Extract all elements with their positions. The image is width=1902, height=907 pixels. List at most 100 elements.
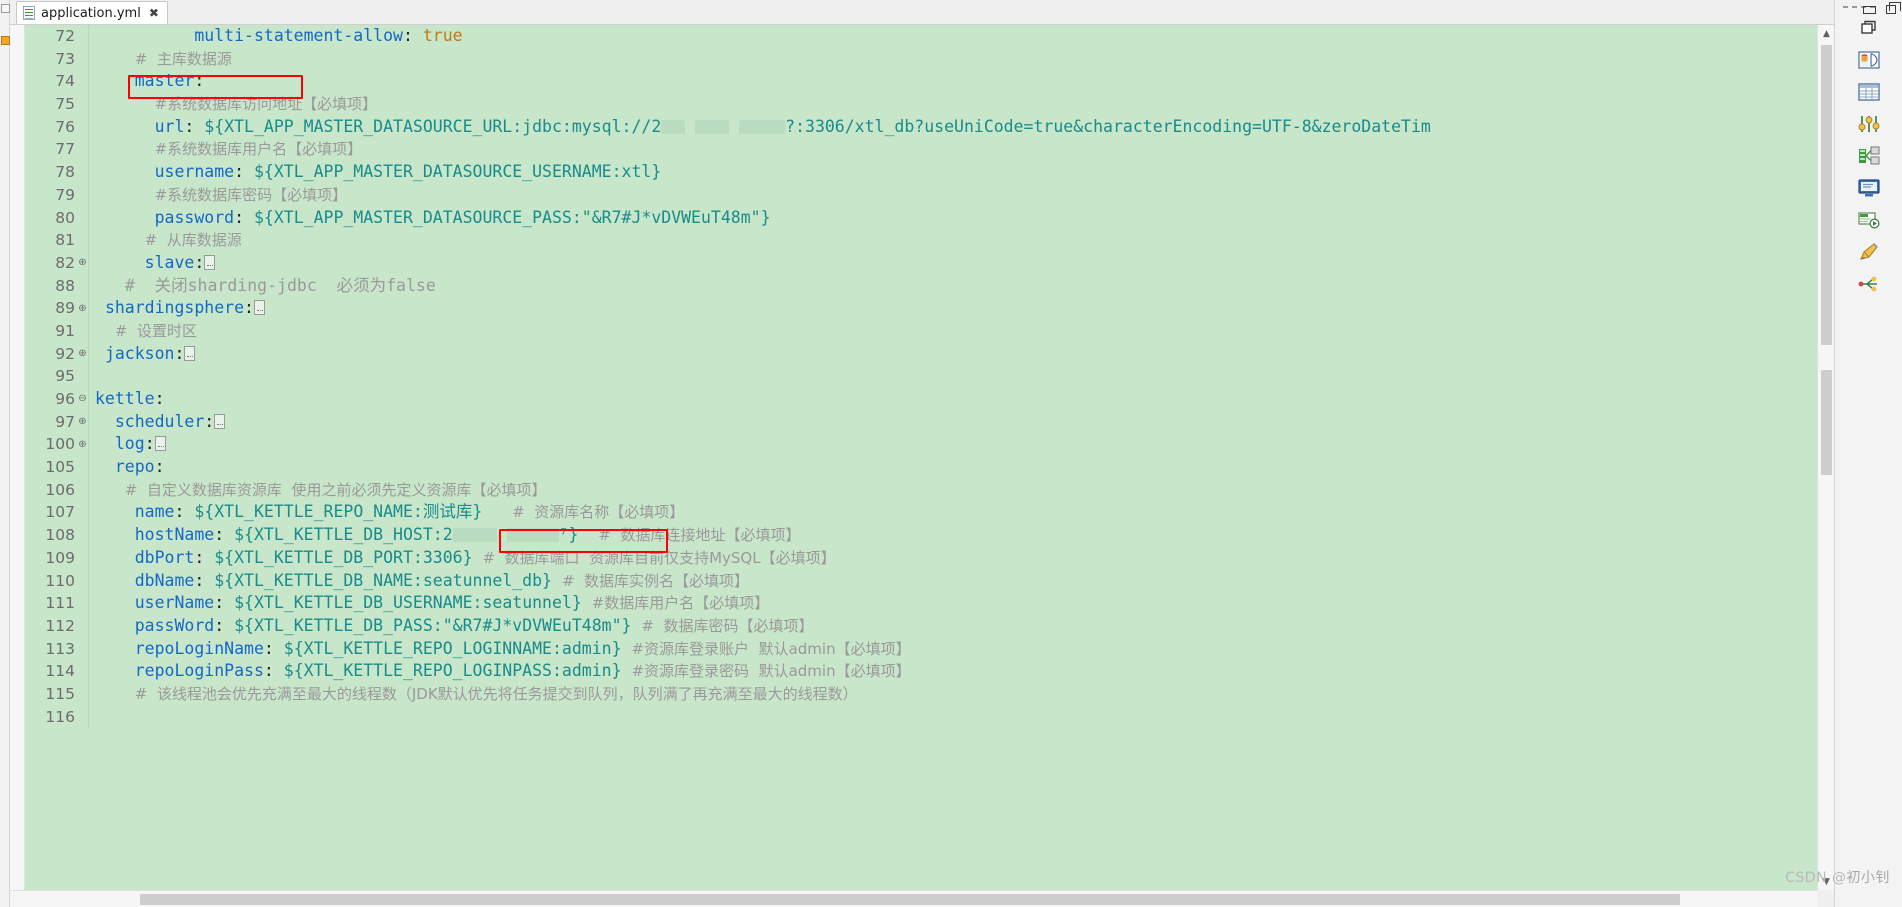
code-line[interactable]: 82 ⊕ slave:: [25, 251, 1817, 275]
code-text: slave:: [89, 252, 216, 275]
code-line[interactable]: 73 # 主库数据源: [25, 47, 1817, 71]
code-line[interactable]: 77 #系统数据库用户名【必填项】: [25, 138, 1817, 162]
code-line[interactable]: 106 # 自定义数据库资源库 使用之前必须先定义资源库【必填项】: [25, 478, 1817, 502]
code-viewport[interactable]: 72 multi-statement-allow: true 73 # 主库数据源…: [10, 25, 1817, 890]
data-table-icon[interactable]: [1856, 80, 1882, 104]
minimize-icon[interactable]: [1863, 5, 1876, 16]
code-token: #系统数据库密码【必填项】: [154, 185, 348, 204]
pen-edit-icon[interactable]: [1856, 240, 1882, 264]
code-token: multi-statement-allow: [194, 26, 403, 45]
code-text: name: ${XTL_KETTLE_REPO_NAME:测试库} # 资源库名…: [89, 501, 684, 524]
tab-application-yml[interactable]: application.yml ✖: [16, 1, 168, 24]
fold-toggle-icon[interactable]: ⊕: [77, 258, 88, 268]
code-line[interactable]: 88 # 关闭sharding-jdbc 必须为false: [25, 274, 1817, 298]
connections-icon[interactable]: [1856, 272, 1882, 296]
code-line[interactable]: 78 username: ${XTL_APP_MASTER_DATASOURCE…: [25, 161, 1817, 184]
code-token: # 该线程池会优先充满至最大的线程数（JDK默认优先将任务提交到队列，队列满了再…: [134, 684, 858, 703]
redacted-host-mask: [739, 119, 786, 134]
code-line[interactable]: 76 url: ${XTL_APP_MASTER_DATASOURCE_URL:…: [25, 115, 1817, 139]
annotation-ruler[interactable]: [10, 25, 25, 890]
code-token: #系统数据库访问地址【必填项】: [154, 95, 378, 114]
code-line[interactable]: 72 multi-statement-allow: true: [25, 25, 1817, 48]
code-token: ${XTL_KETTLE_REPO_LOGINNAME:admin}: [283, 638, 622, 658]
code-token: :: [234, 162, 245, 182]
scroll-up-icon[interactable]: ▲: [1818, 25, 1834, 42]
data-transform-icon[interactable]: [1856, 144, 1882, 168]
code-line[interactable]: 79 #系统数据库密码【必填项】: [25, 183, 1817, 207]
code-line[interactable]: 74 master:: [25, 70, 1817, 94]
vertical-scroll-thumb[interactable]: [1821, 45, 1832, 345]
code-line[interactable]: 91 # 设置时区: [25, 319, 1817, 343]
folded-block-placeholder[interactable]: [214, 413, 226, 429]
restore-window-icon[interactable]: [1856, 16, 1882, 40]
folded-block-placeholder[interactable]: [253, 300, 265, 316]
yaml-file-icon: [23, 6, 35, 20]
line-number: 110: [45, 571, 75, 590]
redacted-host-mask: [661, 119, 686, 134]
code-line[interactable]: 96 ⊖ kettle:: [25, 388, 1817, 411]
restore-icon[interactable]: [1886, 1, 1901, 16]
code-line[interactable]: 100 ⊕ log:: [25, 433, 1817, 457]
code-text: url: ${XTL_APP_MASTER_DATASOURCE_URL:jdb…: [89, 116, 1431, 139]
code-line[interactable]: 113 repoLoginName: ${XTL_KETTLE_REPO_LOG…: [25, 637, 1817, 661]
code-line[interactable]: 114 repoLoginPass: ${XTL_KETTLE_REPO_LOG…: [25, 660, 1817, 683]
code-token: kettle: [95, 389, 155, 408]
folded-block-placeholder[interactable]: [184, 345, 196, 361]
redacted-host-mask: [506, 528, 559, 543]
code-line[interactable]: 107 name: ${XTL_KETTLE_REPO_NAME:测试库} # …: [25, 501, 1817, 525]
warning-marker-icon[interactable]: [1, 36, 10, 45]
code-line[interactable]: 105 repo:: [25, 456, 1817, 479]
code-line[interactable]: 110 dbName: ${XTL_KETTLE_DB_NAME:seatunn…: [25, 569, 1817, 593]
code-line[interactable]: 80 password: ${XTL_APP_MASTER_DATASOURCE…: [25, 206, 1817, 230]
vertical-scroll-thumb-secondary[interactable]: [1821, 370, 1832, 475]
code-line[interactable]: 115 # 该线程池会优先充满至最大的线程数（JDK默认优先将任务提交到队列，队…: [25, 682, 1817, 706]
database-explorer-icon[interactable]: [1856, 48, 1882, 72]
code-token: shardingsphere: [104, 298, 245, 318]
code-line[interactable]: 97 ⊕ scheduler:: [25, 410, 1817, 434]
code-token: :: [204, 411, 215, 431]
code-line[interactable]: 116: [25, 705, 1817, 729]
folded-block-placeholder[interactable]: [204, 254, 216, 270]
code-line[interactable]: 109 dbPort: ${XTL_KETTLE_DB_PORT:3306} #…: [25, 546, 1817, 570]
code-line[interactable]: 108 hostName: ${XTL_KETTLE_DB_HOST:2 ⁷} …: [25, 524, 1817, 547]
code-text: # 设置时区: [89, 320, 197, 343]
code-token: ${XTL_KETTLE_DB_HOST:2: [234, 525, 453, 545]
code-token: #资源库登录密码 默认admin【必填项】: [631, 662, 911, 681]
code-token: ${XTL_APP_MASTER_DATASOURCE_PASS:"&R7#J*…: [253, 207, 771, 227]
code-line[interactable]: 81 # 从库数据源: [25, 229, 1817, 252]
horizontal-scroll-thumb[interactable]: [140, 894, 1680, 905]
code-line[interactable]: 95: [25, 365, 1817, 388]
code-token: username: [154, 162, 235, 182]
code-line[interactable]: 75 #系统数据库访问地址【必填项】: [25, 93, 1817, 116]
fold-toggle-icon[interactable]: ⊕: [77, 303, 88, 314]
fold-toggle-icon[interactable]: ⊖: [77, 394, 88, 404]
horizontal-scrollbar[interactable]: [10, 890, 1817, 907]
code-line[interactable]: 111 userName: ${XTL_KETTLE_DB_USERNAME:s…: [25, 592, 1817, 615]
filter-settings-icon[interactable]: [1856, 112, 1882, 136]
code-line[interactable]: 112 passWord: ${XTL_KETTLE_DB_PASS:"&R7#…: [25, 614, 1817, 638]
line-number: 81: [55, 231, 75, 250]
close-icon[interactable]: ✖: [149, 7, 159, 19]
code-token: ${XTL_KETTLE_REPO_LOGINPASS:admin}: [283, 661, 622, 681]
code-line[interactable]: 89 ⊕ shardingsphere:: [25, 297, 1817, 320]
terminal-run-icon[interactable]: [1856, 208, 1882, 232]
code-token: :: [214, 525, 225, 545]
code-token: :: [194, 71, 205, 91]
code-token: # 数据库连接地址【必填项】: [598, 526, 801, 545]
vertical-scrollbar[interactable]: ▲ ▼: [1817, 25, 1834, 890]
line-number: 113: [45, 639, 75, 658]
fold-toggle-icon[interactable]: ⊕: [77, 417, 88, 427]
redacted-host-mask: [695, 119, 730, 134]
outline-toggle-icon[interactable]: [1, 4, 10, 13]
fold-toggle-icon[interactable]: ⊕: [77, 439, 88, 450]
fold-toggle-icon[interactable]: ⊕: [77, 348, 88, 359]
code-line[interactable]: 92 ⊕ jackson:: [25, 342, 1817, 366]
console-icon[interactable]: [1856, 176, 1882, 200]
folded-block-placeholder[interactable]: [154, 436, 166, 452]
